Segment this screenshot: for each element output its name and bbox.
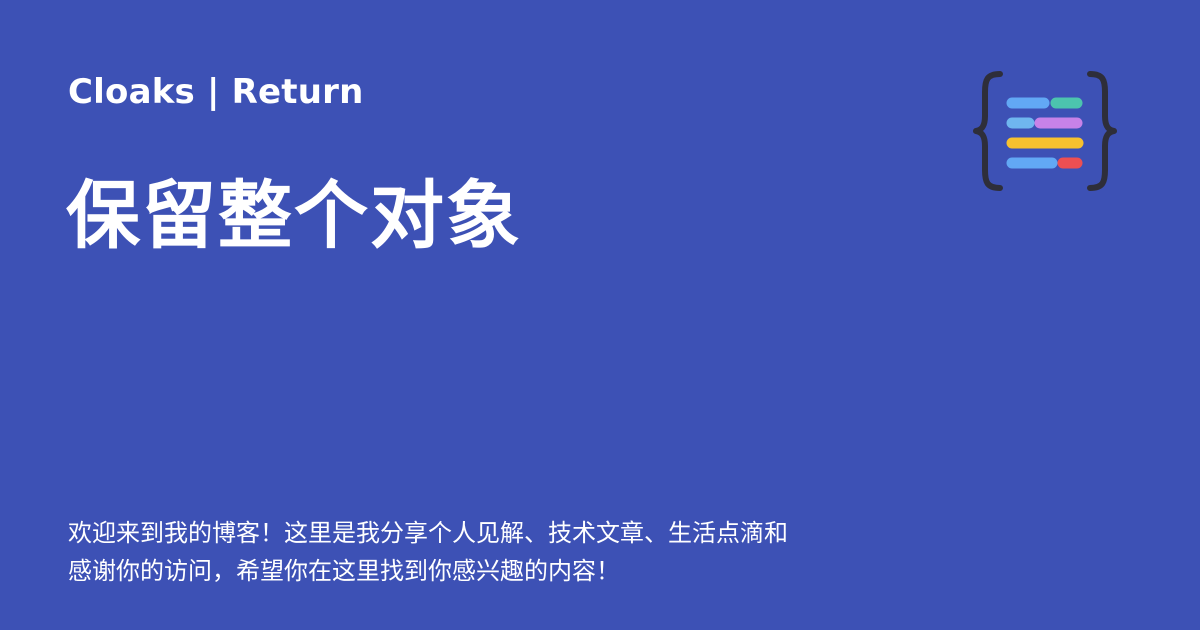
code-braces-logo-icon [972, 70, 1118, 194]
right-brace-icon [1087, 71, 1117, 191]
site-description: 欢迎来到我的博客！这里是我分享个人见解、技术文章、生活点滴和 感谢你的访问，希望… [68, 514, 892, 594]
code-braces-logo-svg [973, 71, 1117, 191]
code-lines-icon [1006, 97, 1084, 169]
site-description-line-2: 感谢你的访问，希望你在这里找到你感兴趣的内容！ [68, 557, 620, 585]
site-description-line-1: 欢迎来到我的博客！这里是我分享个人见解、技术文章、生活点滴和 [68, 519, 788, 547]
left-brace-icon [973, 71, 1003, 191]
page-title: 保留整个对象 [66, 173, 522, 259]
site-name[interactable]: Cloaks | Return [68, 70, 364, 114]
